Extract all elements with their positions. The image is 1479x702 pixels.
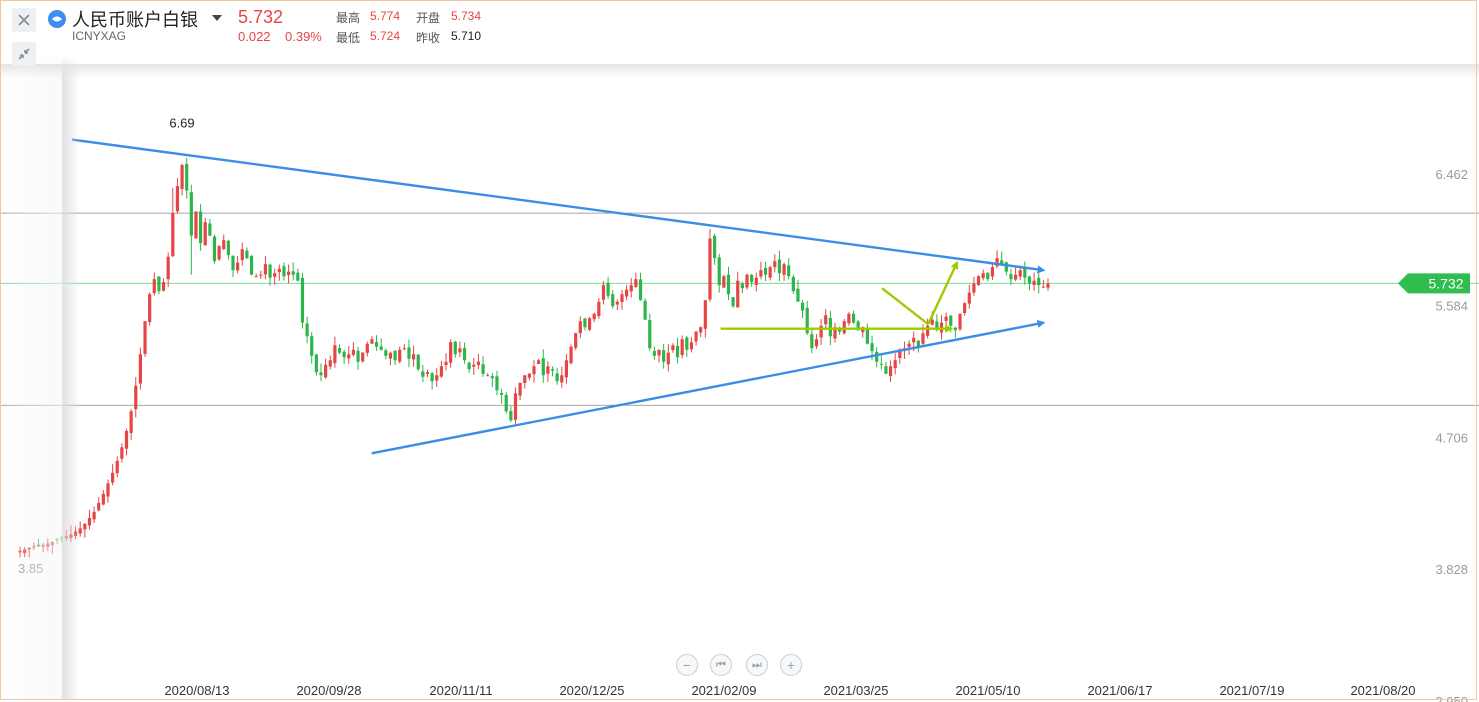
window-border — [0, 0, 1477, 700]
